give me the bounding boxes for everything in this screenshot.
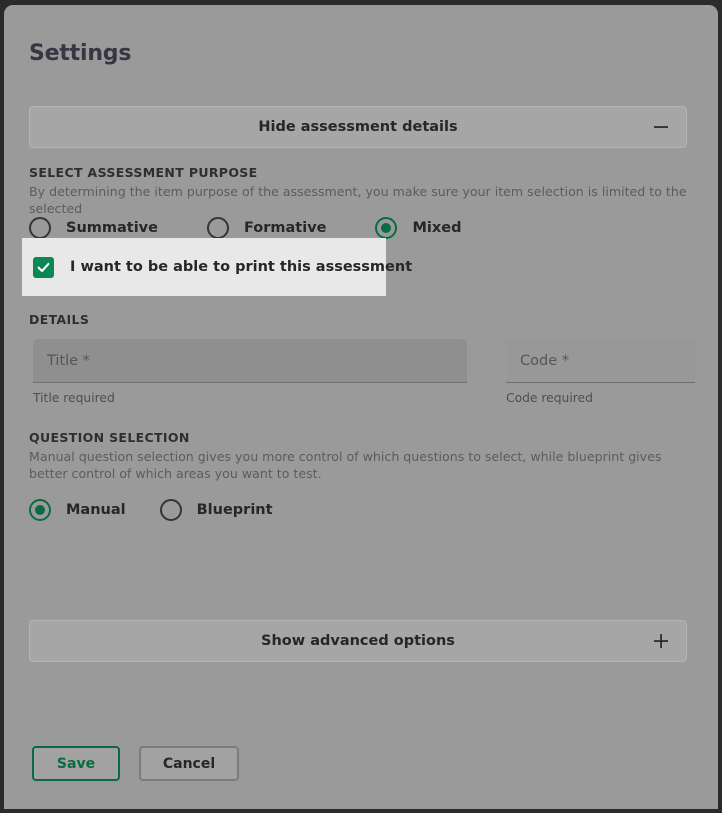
page-title: Settings xyxy=(29,41,132,66)
radio-label-summative: Summative xyxy=(66,220,158,236)
radio-indicator-summative xyxy=(29,217,51,239)
print-assessment-checkbox-label: I want to be able to print this assessme… xyxy=(70,259,413,275)
cancel-button[interactable]: Cancel xyxy=(139,746,239,781)
title-field-hint: Title required xyxy=(33,391,115,405)
radio-option-mixed[interactable]: Mixed xyxy=(375,217,461,239)
radio-label-formative: Formative xyxy=(243,220,327,236)
show-advanced-options-label: Show advanced options xyxy=(261,633,455,649)
details-label: DETAILS xyxy=(29,312,90,327)
radio-indicator-manual xyxy=(29,499,51,521)
radio-indicator-formative xyxy=(206,217,229,239)
radio-option-summative[interactable]: Summative xyxy=(29,217,158,239)
title-input[interactable] xyxy=(33,339,467,383)
hide-assessment-details-toggle[interactable]: Hide assessment details xyxy=(29,106,687,148)
radio-option-blueprint[interactable]: Blueprint xyxy=(159,499,273,521)
settings-dialog: Settings Hide assessment details SELECT … xyxy=(4,5,718,809)
checkmark-icon xyxy=(33,256,54,278)
plus-icon xyxy=(653,633,669,649)
select-assessment-purpose-description: By determining the item purpose of the a… xyxy=(29,184,687,216)
show-advanced-options-toggle[interactable]: Show advanced options xyxy=(29,620,687,662)
question-selection-label: QUESTION SELECTION xyxy=(29,430,190,445)
dimmed-page-backdrop: Settings Hide assessment details SELECT … xyxy=(0,0,722,813)
radio-label-blueprint: Blueprint xyxy=(196,502,273,518)
radio-option-formative[interactable]: Formative xyxy=(206,217,327,239)
hide-assessment-details-label: Hide assessment details xyxy=(258,119,458,135)
print-assessment-highlight-region: I want to be able to print this assessme… xyxy=(22,238,412,296)
radio-indicator-blueprint xyxy=(159,499,182,521)
save-button[interactable]: Save xyxy=(32,746,120,781)
radio-indicator-mixed xyxy=(375,217,398,239)
question-selection-description: Manual question selection gives you more… xyxy=(29,449,662,481)
radio-label-mixed: Mixed xyxy=(412,220,462,236)
radio-label-manual: Manual xyxy=(66,502,126,518)
assessment-purpose-radio-group: Summative Formative Mixed xyxy=(29,217,461,239)
title-field-group: Title required xyxy=(33,339,467,405)
question-selection-radio-group: Manual Blueprint xyxy=(29,499,273,521)
print-assessment-checkbox-row[interactable]: I want to be able to print this assessme… xyxy=(33,256,413,278)
code-field-hint: Code required xyxy=(506,391,593,405)
minus-icon xyxy=(653,119,669,135)
select-assessment-purpose-label: SELECT ASSESSMENT PURPOSE xyxy=(29,165,258,180)
code-field-group: Code required xyxy=(506,339,695,405)
radio-option-manual[interactable]: Manual xyxy=(29,499,126,521)
code-input[interactable] xyxy=(506,339,695,383)
